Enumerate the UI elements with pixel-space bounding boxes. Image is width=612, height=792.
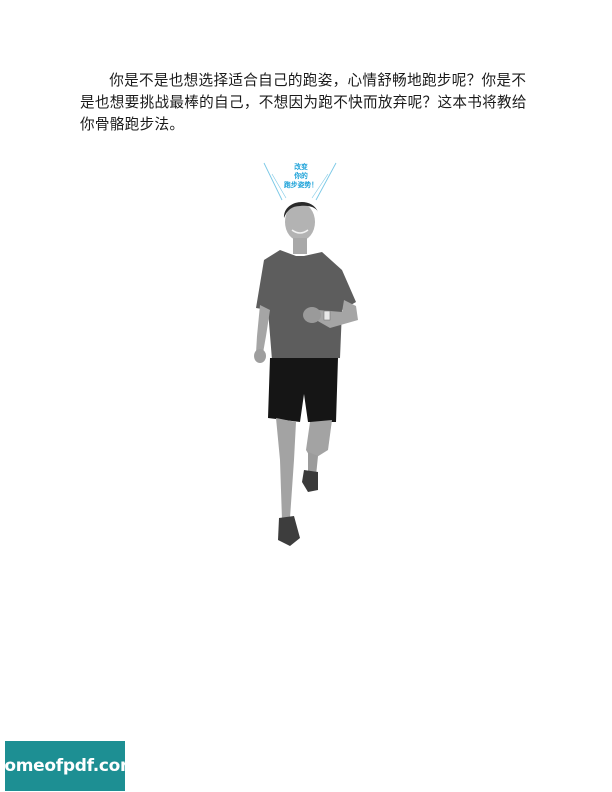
callout-line: 你的 [294,172,308,180]
callout-line: 改变 [294,163,308,171]
callout-line: 跑步姿势！ [284,181,318,189]
watermark-text: homeofpdf.com [0,756,138,776]
intro-paragraph: 你是不是也想选择适合自己的跑姿，心情舒畅地跑步呢？你是不是也想要挑战最棒的自己，… [80,72,527,133]
runner-illustration [254,162,358,546]
callout-text: 改变 你的 跑步姿势！ [275,163,327,190]
watermark-badge: homeofpdf.com [0,741,138,791]
